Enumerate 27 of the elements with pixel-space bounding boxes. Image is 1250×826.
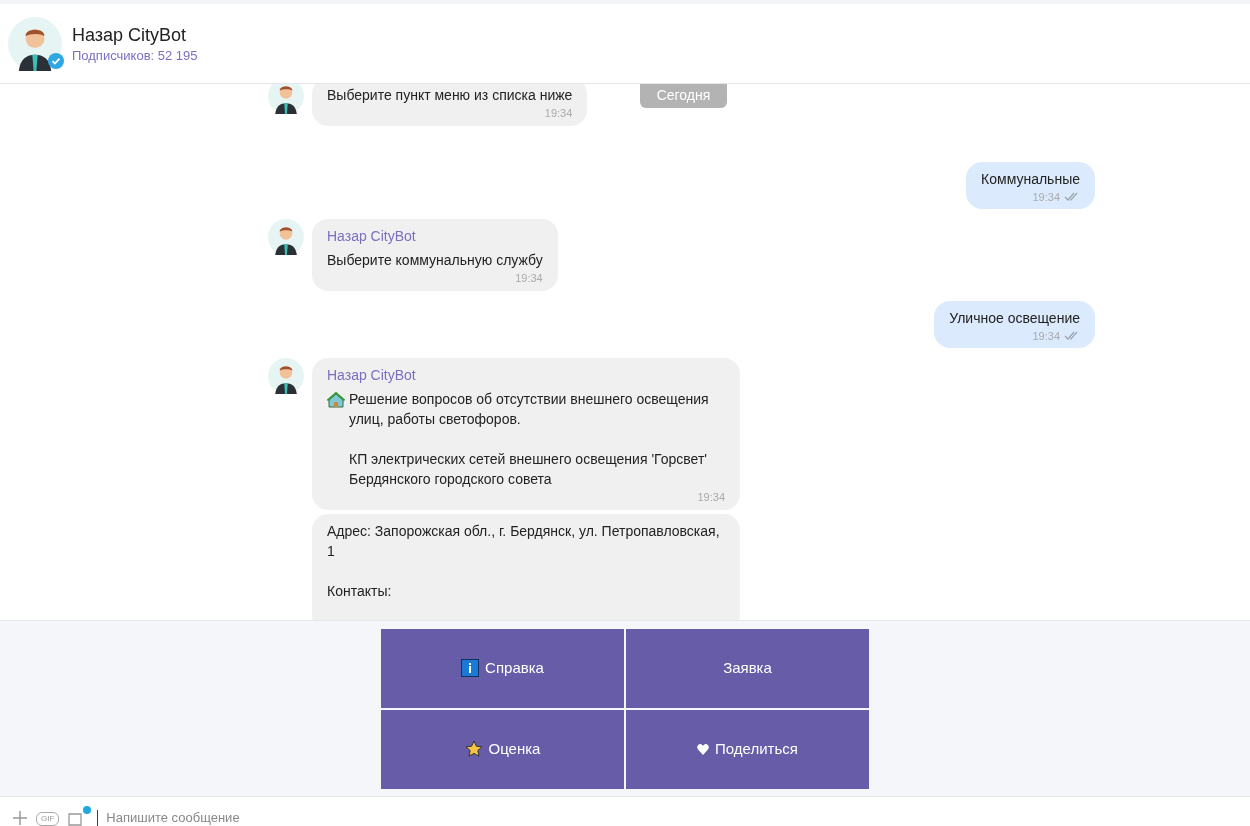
message-time: 19:34 (1032, 329, 1060, 343)
star-icon (464, 740, 483, 758)
message-time: 19:34 (544, 106, 573, 120)
message-text: Коммунальные (981, 170, 1080, 189)
sender-name: Назар CityBot (327, 227, 416, 246)
message-input[interactable]: Напишите сообщение (106, 810, 240, 826)
message-text: Выберите пункт меню из списка ниже (327, 86, 573, 105)
message-text: Уличное освещение (949, 309, 1080, 328)
message-time: 19:34 (515, 271, 543, 285)
heart-icon (697, 743, 710, 755)
info-icon (461, 659, 480, 677)
keyboard-button[interactable]: Оценка (381, 709, 624, 789)
keyboard-button[interactable]: Заявка (626, 628, 869, 708)
message-text: Выберите коммунальную службу (327, 251, 543, 270)
message-text: Решение вопросов об отсутствии внешнего освещения улиц, работы светофоров. КП электрических сетей внешнего освещения 'Горсвет' Бердянского городского совета (349, 390, 710, 489)
message-text: Адрес: Запорожская обл., г. Бердянск, ул. Петропавловская, 1 Контакты: (327, 522, 721, 601)
chat-title: Назар CityBot (72, 23, 188, 47)
subscriber-count: Подписчиков: 52 195 (72, 46, 198, 65)
date-badge: Сегодня (640, 84, 727, 108)
message-time: 19:34 (697, 490, 725, 504)
add-icon[interactable] (12, 810, 28, 826)
avatar-icon (8, 16, 62, 71)
sender-name: Назар CityBot (327, 366, 416, 385)
keyboard-button[interactable]: Справка (381, 628, 624, 708)
keyboard-button[interactable]: Поделиться (626, 709, 869, 789)
message-time: 19:34 (1032, 190, 1060, 204)
gif-button[interactable]: GIF (36, 812, 60, 826)
